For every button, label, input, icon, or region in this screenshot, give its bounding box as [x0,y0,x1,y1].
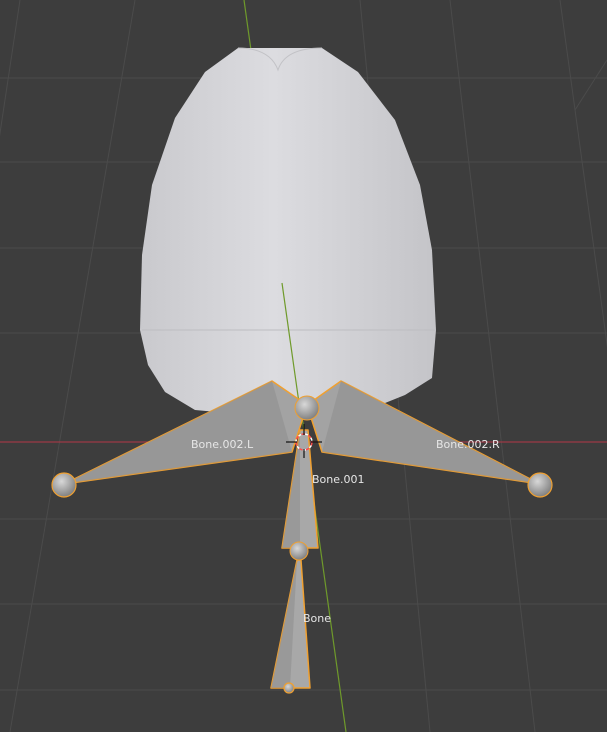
joint-tail-right[interactable] [527,472,553,498]
joint-bone001-tail[interactable] [289,541,309,561]
bone-label-002-r: Bone.002.R [436,438,500,451]
bone-label-root: Bone [303,612,331,625]
joint-head-center[interactable] [294,395,320,421]
joint-tail-left[interactable] [51,472,77,498]
bone-label-002-l: Bone.002.L [191,438,254,451]
3d-viewport[interactable]: Bone.002.L Bone.002.R Bone.001 Bone [0,0,607,732]
joint-bone-tail[interactable] [283,682,295,694]
bone-label-001: Bone.001 [312,473,365,486]
